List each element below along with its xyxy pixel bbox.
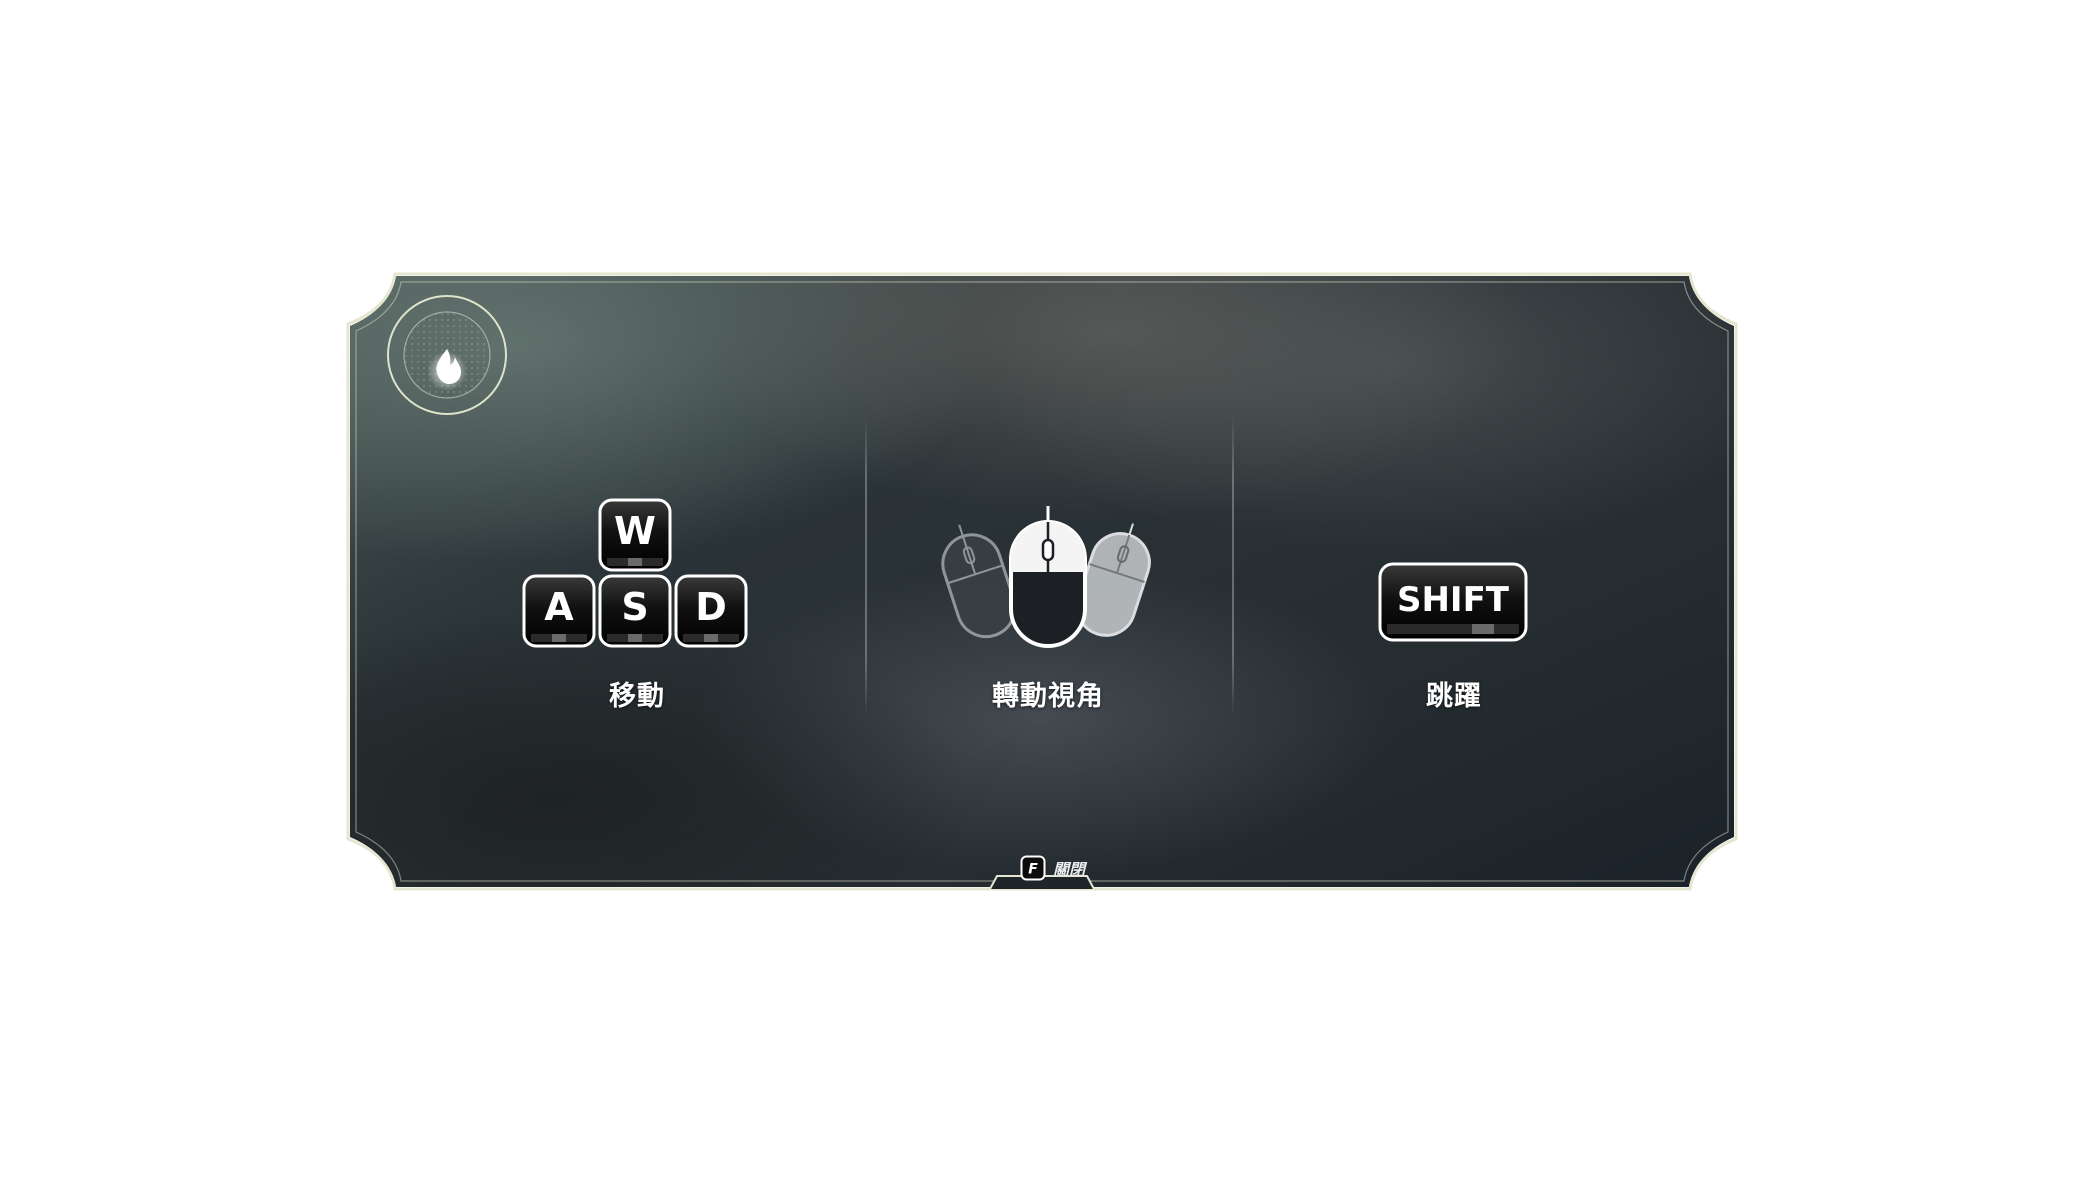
fire-badge xyxy=(385,293,509,417)
key-w: W xyxy=(598,498,672,572)
mouse-icon xyxy=(941,506,1151,648)
mouse-center xyxy=(1009,506,1087,648)
label-look: 轉動視角 xyxy=(992,681,1104,712)
key-d-label: D xyxy=(695,585,727,629)
key-s-label: S xyxy=(621,585,648,629)
control-move: W A S D 移動 xyxy=(457,496,817,716)
key-a-label: A xyxy=(544,585,574,629)
divider-right xyxy=(1232,416,1234,716)
shift-icon: SHIFT xyxy=(1378,562,1528,642)
label-jump: 跳躍 xyxy=(1426,681,1482,712)
wasd-icon: W A S D xyxy=(522,498,748,648)
key-s: S xyxy=(598,574,672,648)
control-jump: SHIFT 跳躍 xyxy=(1274,496,1634,716)
label-move: 移動 xyxy=(609,681,665,712)
controls-panel: W A S D 移動 轉動視角 SHIFT 跳躍 F 關閉 xyxy=(345,271,1739,892)
panel-content: W A S D 移動 轉動視角 SHIFT 跳躍 F 關閉 xyxy=(345,271,1739,892)
f-key-icon: F xyxy=(1020,855,1046,881)
key-shift-label: SHIFT xyxy=(1397,580,1510,620)
divider-left xyxy=(865,416,867,716)
fire-icon xyxy=(387,295,507,415)
key-a: A xyxy=(522,574,596,648)
close-label: 關閉 xyxy=(1053,860,1086,879)
mouse-illustration xyxy=(868,496,1228,656)
wasd-keys: W A S D xyxy=(457,496,817,656)
close-button[interactable]: F 關閉 xyxy=(1020,853,1120,883)
shift-key: SHIFT xyxy=(1274,496,1634,656)
control-look: 轉動視角 xyxy=(868,496,1228,716)
key-w-label: W xyxy=(614,509,656,553)
tutorial-overlay: W A S D 移動 轉動視角 SHIFT 跳躍 F 關閉 xyxy=(0,0,2100,1181)
key-d: D xyxy=(674,574,748,648)
close-key-label: F xyxy=(1028,862,1038,878)
